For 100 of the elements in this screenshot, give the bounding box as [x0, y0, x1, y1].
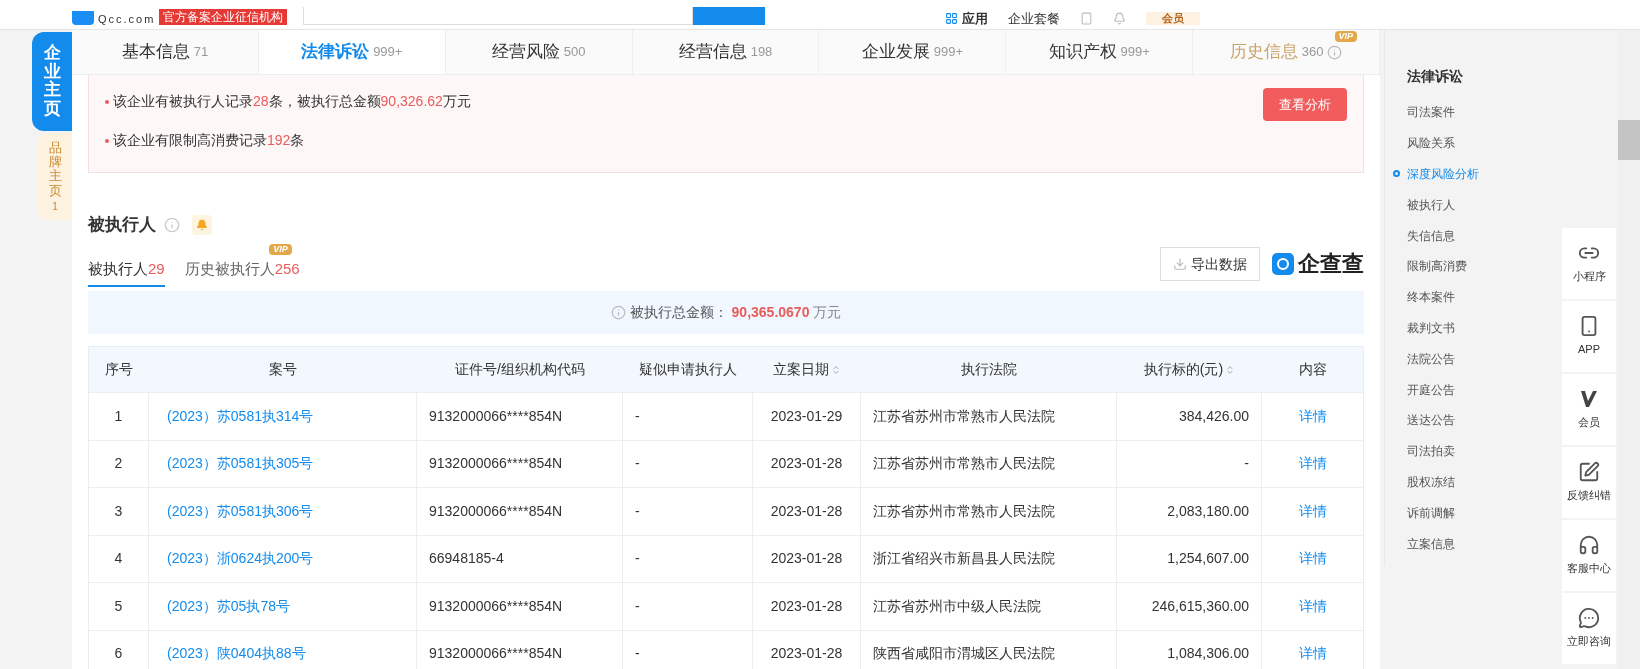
table-cell-text: 6 [114, 644, 123, 664]
nav-title: 法律诉讼 [1407, 67, 1464, 86]
nav-item[interactable]: 诉前调解 [1407, 503, 1455, 522]
section-title: 被执行人 [88, 214, 156, 237]
table-cell-text: 9132000066****854N [429, 596, 563, 616]
total-value: 90,365.0670 [731, 303, 810, 322]
column-header: 疑似申请执行人 [638, 360, 738, 379]
table-cell-text: 2023-01-28 [770, 454, 843, 474]
column-header: 序号 [104, 360, 134, 379]
nav-item[interactable]: 股权冻结 [1407, 472, 1455, 491]
table-cell-text: 2023-01-29 [770, 406, 843, 426]
toolbar-button[interactable]: 会员 [1562, 374, 1616, 445]
nav-item[interactable]: 风险关系 [1407, 134, 1455, 153]
table-cell-text: 1,084,306.00 [1167, 644, 1249, 664]
table-cell-text: 66948185-4 [429, 549, 504, 569]
table-cell-text: 2 [114, 454, 123, 474]
case-link[interactable]: (2023）苏0581执306号 [167, 500, 314, 522]
phone-icon[interactable] [1080, 12, 1094, 25]
tab[interactable]: 企业发展 999+ [819, 30, 1007, 74]
case-link[interactable]: (2023）苏0581执305号 [167, 453, 314, 475]
detail-link[interactable]: 详情 [1298, 643, 1327, 665]
case-link[interactable]: (2023）苏0581执314号 [167, 405, 314, 427]
toolbar-button[interactable]: 客服中心 [1562, 520, 1616, 591]
table-cell-text: - [635, 549, 640, 569]
nav-item[interactable]: 开庭公告 [1407, 380, 1455, 399]
case-link[interactable]: (2023）陕0404执88号 [167, 643, 306, 665]
sort-icon[interactable] [1225, 364, 1236, 375]
nav-item[interactable]: 限制高消费 [1407, 257, 1467, 276]
table-cell-text: 1 [114, 406, 123, 426]
table-cell-text: - [1244, 454, 1249, 474]
nav-item[interactable]: 司法拍卖 [1407, 442, 1455, 461]
case-link[interactable]: (2023）浙0624执200号 [167, 548, 314, 570]
nav-item[interactable]: 法院公告 [1407, 349, 1455, 368]
table-cell-text: 江苏省苏州市中级人民法院 [873, 596, 1041, 616]
table-cell-text: 9132000066****854N [429, 454, 563, 474]
nav-item[interactable]: 裁判文书 [1407, 318, 1455, 337]
toolbar-button[interactable]: 立即咨询 [1562, 593, 1616, 664]
bell-icon[interactable] [1113, 12, 1127, 25]
sort-icon[interactable] [831, 364, 841, 375]
nav-item[interactable]: 失信信息 [1407, 226, 1455, 245]
tab[interactable]: 经营风险 500 [445, 30, 633, 74]
detail-link[interactable]: 详情 [1298, 595, 1327, 617]
table-cell-text: 3 [114, 501, 123, 521]
tab[interactable]: 经营信息 198 [632, 30, 820, 74]
nav-item[interactable]: 送达公告 [1407, 411, 1455, 430]
brand-name: 企查查 [1298, 253, 1364, 275]
official-badge: 官方备案企业征信机构 [159, 9, 288, 25]
table-cell-text: 陕西省咸阳市渭城区人民法院 [873, 644, 1055, 664]
sub-tab[interactable]: 被执行人29 [88, 257, 165, 287]
tab[interactable]: 基本信息 71 [72, 30, 259, 74]
nav-item[interactable]: 立案信息 [1407, 534, 1455, 553]
table-cell-text: 2,083,180.00 [1167, 501, 1249, 521]
table-cell-text: 2023-01-28 [770, 549, 843, 569]
table-cell-text: - [635, 406, 640, 426]
total-unit: 万元 [813, 303, 842, 322]
vip-badge: VIP [269, 243, 292, 255]
total-label: 被执行总金额： [629, 303, 728, 322]
table-cell-text: 246,615,360.00 [1151, 596, 1249, 616]
vip-badge[interactable]: 会员 [1146, 12, 1201, 25]
alert-text: 该企业有被执行人记录28条，被执行总金额90,326.62万元 [113, 92, 471, 111]
table-cell-text: 384,426.00 [1178, 406, 1249, 426]
detail-link[interactable]: 详情 [1298, 548, 1327, 570]
nav-item[interactable]: 被执行人 [1407, 195, 1455, 214]
table-cell-text: - [635, 501, 640, 521]
scrollbar-thumb[interactable] [1618, 120, 1640, 160]
column-header: 内容 [1297, 360, 1328, 379]
table-cell-text: - [635, 596, 640, 616]
export-button[interactable]: 导出数据 [1160, 247, 1260, 281]
nav-link[interactable]: 企业套餐 [1008, 12, 1061, 25]
side-tab[interactable]: 企业主页 [32, 32, 72, 131]
table-cell-text: 浙江省绍兴市新昌县人民法院 [873, 549, 1055, 569]
nav-item[interactable]: 终本案件 [1407, 288, 1455, 307]
nav-link[interactable]: 应用 [962, 12, 989, 25]
toolbar-button[interactable]: 小程序 [1562, 228, 1616, 299]
detail-link[interactable]: 详情 [1298, 453, 1327, 475]
info-icon [164, 217, 180, 233]
detail-link[interactable]: 详情 [1298, 405, 1327, 427]
brand-logo-icon [1272, 253, 1294, 275]
table-cell-text: 5 [114, 596, 123, 616]
column-header[interactable]: 执行标的(元) [1117, 347, 1262, 392]
case-link[interactable]: (2023）苏05执78号 [167, 595, 290, 617]
column-header[interactable]: 立案日期 [753, 347, 861, 392]
vip-badge: VIP [1334, 31, 1357, 42]
toolbar-button[interactable]: APP [1562, 301, 1616, 372]
table-cell-text: 江苏省苏州市常熟市人民法院 [873, 454, 1055, 474]
download-icon [1173, 257, 1187, 271]
detail-link[interactable]: 详情 [1298, 500, 1327, 522]
bell-icon[interactable] [192, 215, 212, 235]
info-icon [610, 305, 626, 320]
table-cell-text: 9132000066****854N [429, 644, 563, 664]
table-cell-text: 2023-01-28 [770, 644, 843, 664]
headset-icon [1578, 534, 1600, 557]
table-cell-text: - [635, 454, 640, 474]
tab[interactable]: 法律诉讼 999+ [258, 30, 446, 74]
table-cell-text: 4 [114, 549, 123, 569]
toolbar-button[interactable]: 反馈纠错 [1562, 447, 1616, 518]
nav-item[interactable]: 司法案件 [1407, 103, 1455, 122]
search-button[interactable] [693, 7, 766, 25]
table-cell-text: 2023-01-28 [770, 596, 843, 616]
tab[interactable]: 知识产权 999+ [1006, 30, 1194, 74]
